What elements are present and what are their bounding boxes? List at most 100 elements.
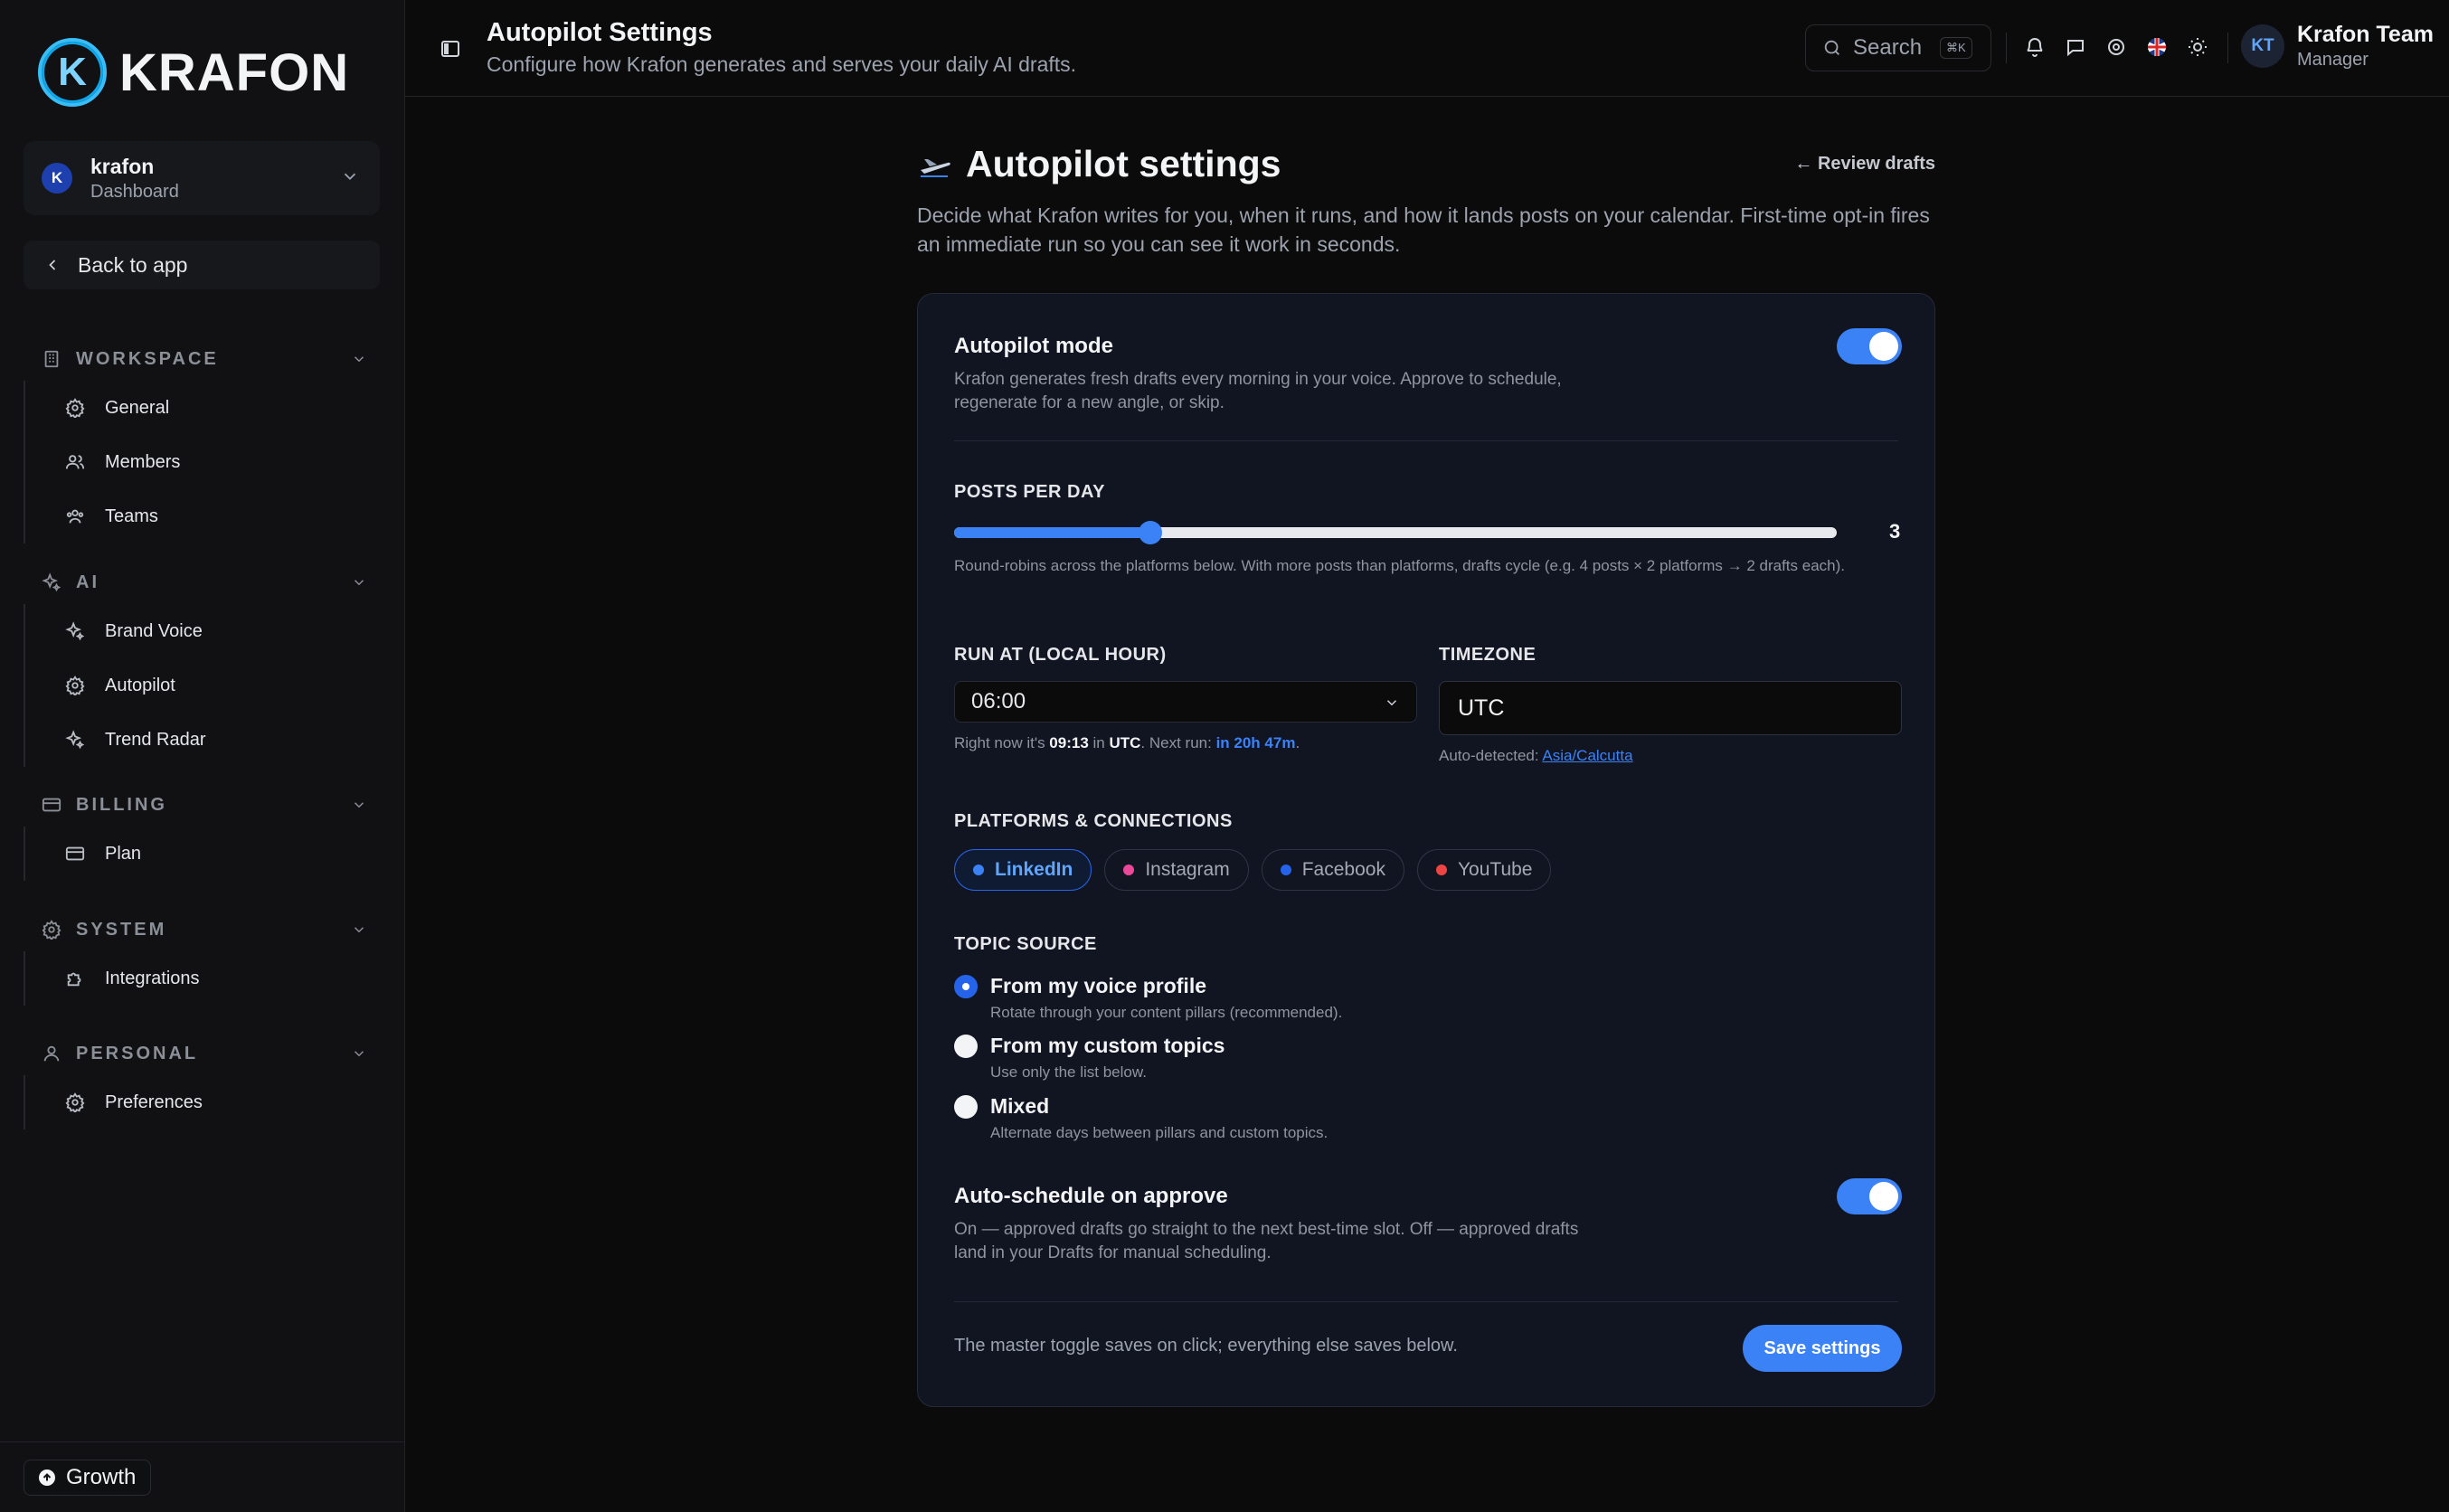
gear-icon (65, 398, 85, 418)
sidebar-toggle-icon[interactable] (440, 38, 461, 60)
timezone-label: TIMEZONE (1439, 645, 1537, 665)
credit-card-icon (65, 846, 85, 861)
slider-fill (954, 527, 1150, 538)
workspace-switcher[interactable]: K krafon Dashboard (24, 141, 380, 215)
radio-unselected[interactable] (954, 1095, 978, 1119)
topic-option-mixed[interactable]: Mixed Alternate days between pillars and… (954, 1094, 1328, 1142)
platform-name: LinkedIn (995, 859, 1073, 880)
platform-pill-youtube[interactable]: YouTube (1416, 849, 1552, 891)
nav-head-billing[interactable]: BILLING (24, 787, 380, 823)
sparkles-icon (65, 621, 85, 641)
arrow-up-icon (39, 1469, 55, 1486)
radio-title: Mixed (990, 1094, 1050, 1118)
sidebar-item-general[interactable]: General (25, 381, 380, 435)
user-menu[interactable]: KT Krafon Team Manager (2241, 22, 2434, 71)
gear-icon (42, 920, 61, 940)
nav-section-ai: AI Brand Voice Autopilot Trend Radar (24, 564, 380, 767)
save-settings-button[interactable]: Save settings (1743, 1325, 1902, 1372)
auto-schedule-row: Auto-schedule on approve On — approved d… (954, 1184, 1605, 1265)
back-label: Back to app (78, 252, 188, 277)
workspace-avatar: K (42, 163, 72, 194)
run-at-status-text: . Next run: (1140, 734, 1216, 751)
posts-per-day-value: 3 (1889, 520, 1901, 543)
nav-section-billing: BILLING Plan (24, 787, 380, 881)
status-dot (973, 865, 984, 875)
review-drafts-link[interactable]: ← Review drafts (1794, 154, 1935, 175)
nav-section-personal: PERSONAL Preferences (24, 1035, 380, 1129)
topic-option-custom-topics[interactable]: From my custom topics Use only the list … (954, 1034, 1224, 1082)
next-run: in 20h 47m (1215, 734, 1296, 751)
toggle-knob (1869, 332, 1898, 361)
settings-icon[interactable] (2105, 36, 2127, 58)
timezone-auto-detected: Auto-detected: Asia/Calcutta (1439, 744, 1633, 768)
platform-name: Instagram (1145, 859, 1230, 880)
sun-icon[interactable] (2187, 36, 2208, 58)
sidebar-item-plan[interactable]: Plan (25, 827, 380, 881)
settings-intro: Decide what Krafon writes for you, when … (917, 203, 1930, 256)
current-time: 09:13 (1049, 734, 1089, 751)
sidebar-item-label: Plan (105, 843, 142, 864)
sidebar-item-brand-voice[interactable]: Brand Voice (25, 604, 380, 658)
chat-icon[interactable] (2065, 36, 2086, 58)
nav-head-label: PERSONAL (76, 1043, 199, 1063)
sidebar-item-trend-radar[interactable]: Trend Radar (25, 713, 380, 767)
chevron-down-icon (344, 173, 356, 181)
platform-pill-instagram[interactable]: Instagram (1104, 849, 1249, 891)
nav-head-label: BILLING (76, 794, 167, 815)
sidebar-item-label: Teams (105, 506, 158, 526)
plan-badge[interactable]: Growth (24, 1460, 152, 1496)
auto-schedule-toggle[interactable] (1837, 1178, 1902, 1214)
autopilot-mode-toggle[interactable] (1837, 328, 1902, 364)
user-name: Krafon Team (2297, 22, 2434, 47)
sidebar-item-preferences[interactable]: Preferences (25, 1075, 380, 1129)
auto-detected-timezone-link[interactable]: Asia/Calcutta (1542, 747, 1632, 764)
timezone-input[interactable] (1439, 681, 1902, 735)
run-at-status-text: . (1295, 734, 1300, 751)
sidebar-item-autopilot[interactable]: Autopilot (25, 658, 380, 713)
sidebar-item-label: Preferences (105, 1091, 203, 1112)
nav-head-ai[interactable]: AI (24, 564, 380, 600)
status-dot (1435, 865, 1447, 875)
platform-pill-facebook[interactable]: Facebook (1261, 849, 1404, 891)
toggle-knob (1869, 1182, 1898, 1211)
run-at-select[interactable]: 06:00 (954, 681, 1417, 723)
nav-head-personal[interactable]: PERSONAL (24, 1035, 380, 1072)
platform-pill-linkedin[interactable]: LinkedIn (954, 849, 1092, 891)
chevron-down-icon (354, 802, 364, 808)
topic-option-voice-profile[interactable]: From my voice profile Rotate through you… (954, 974, 1342, 1022)
autopilot-settings-card: Autopilot mode Krafon generates fresh dr… (917, 293, 1935, 1407)
autopilot-mode-desc: Krafon generates fresh drafts every morn… (954, 370, 1562, 412)
plan-name: Growth (66, 1465, 137, 1489)
posts-per-day-slider[interactable] (954, 521, 1837, 544)
radio-selected[interactable] (954, 975, 978, 998)
topbar-separator (2227, 33, 2228, 63)
chevron-down-icon (1386, 700, 1397, 706)
radio-desc: Rotate through your content pillars (rec… (990, 1004, 1343, 1021)
sidebar-item-members[interactable]: Members (25, 435, 380, 489)
search-button[interactable]: Search ⌘K (1805, 24, 1991, 71)
sidebar-item-teams[interactable]: Teams (25, 489, 380, 543)
nav-head-system[interactable]: SYSTEM (24, 912, 380, 948)
bell-icon[interactable] (2024, 36, 2046, 58)
user-icon (43, 1045, 60, 1062)
gear-icon (65, 676, 85, 695)
divider (954, 1301, 1898, 1302)
search-icon (1824, 40, 1839, 55)
sidebar-item-label: Brand Voice (105, 620, 203, 641)
sidebar-item-integrations[interactable]: Integrations (25, 951, 380, 1006)
sparkles-icon (42, 572, 61, 592)
posts-per-day-help: Round-robins across the platforms below.… (954, 557, 1846, 574)
top-bar: Autopilot Settings Configure how Krafon … (405, 0, 2449, 97)
puzzle-icon (67, 972, 81, 987)
back-to-app-button[interactable]: Back to app (24, 241, 380, 289)
auto-detected-label: Auto-detected: (1439, 747, 1543, 764)
language-flag-icon[interactable] (2146, 36, 2168, 58)
radio-unselected[interactable] (954, 1035, 978, 1058)
auto-schedule-desc: On — approved drafts go straight to the … (954, 1220, 1579, 1262)
settings-title: Autopilot settings (966, 143, 1281, 184)
nav-head-workspace[interactable]: WORKSPACE (24, 341, 380, 377)
status-dot (1280, 865, 1291, 875)
slider-thumb[interactable] (1138, 521, 1162, 544)
brand-logo[interactable]: K KRAFON (38, 38, 349, 107)
page-title: Autopilot Settings (487, 18, 713, 47)
